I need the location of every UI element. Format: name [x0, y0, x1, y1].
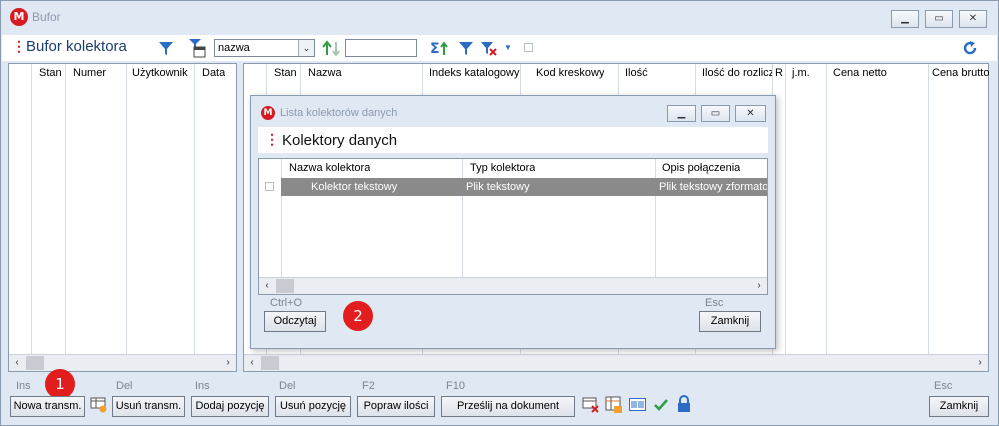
column-header[interactable]: Stan	[270, 64, 297, 82]
toolbar-checkbox[interactable]	[524, 43, 533, 52]
fix-quantities-button[interactable]: Popraw ilości	[357, 396, 435, 417]
window-title: Bufor	[32, 10, 61, 24]
add-item-button[interactable]: Dodaj pozycję	[191, 396, 269, 417]
shortcut-key: Ins	[16, 380, 31, 392]
column-header[interactable]: R	[771, 64, 783, 82]
advanced-filter-icon[interactable]	[457, 39, 475, 57]
scroll-right-icon[interactable]: ›	[220, 355, 236, 371]
dialog-title: Lista kolektorów danych	[280, 107, 398, 119]
shortcut-key: F10	[446, 380, 465, 392]
dialog-minimize-button[interactable]: ▁	[667, 105, 696, 122]
dialog-logo: M	[261, 106, 275, 120]
dialog-header: ⋮ Kolektory danych	[258, 127, 768, 153]
grid-settings-icon[interactable]	[90, 396, 108, 414]
scroll-thumb[interactable]	[26, 356, 44, 370]
lock-icon[interactable]	[677, 395, 691, 413]
scroll-thumb[interactable]	[261, 356, 279, 370]
column-header[interactable]: Typ kolektora	[466, 159, 535, 177]
column-header[interactable]: Stan	[35, 64, 62, 82]
filter-dropdown-icon[interactable]: ▼	[504, 43, 512, 52]
step-badge: 1	[45, 369, 75, 399]
column-header[interactable]: Numer	[69, 64, 106, 82]
maximize-button[interactable]: ▭	[925, 10, 953, 28]
column-header[interactable]: Opis połączenia	[658, 159, 740, 177]
horizontal-scrollbar[interactable]: ‹ ›	[9, 354, 236, 371]
column-header[interactable]: Użytkownik	[128, 64, 188, 82]
close-button[interactable]: Zamknij	[929, 396, 989, 417]
horizontal-scrollbar[interactable]: ‹ ›	[259, 277, 767, 294]
sort-field-value: nazwa	[218, 42, 250, 54]
column-header[interactable]: Nazwa	[304, 64, 342, 82]
column-header[interactable]: Kod kreskowy	[532, 64, 604, 82]
clear-filter-icon[interactable]	[479, 39, 501, 57]
delete-transmission-button[interactable]: Usuń transm.	[112, 396, 185, 417]
sum-icon[interactable]: Σ	[430, 39, 450, 57]
title-bar: M Bufor ▁ ▭ ✕	[1, 1, 998, 33]
column-header[interactable]: Nazwa kolektora	[285, 159, 370, 177]
column-header[interactable]: Indeks katalogowy	[425, 64, 520, 82]
column-header[interactable]: Data	[198, 64, 225, 82]
delete-grid-icon[interactable]	[582, 396, 600, 414]
new-transmission-button[interactable]: Nowa transm.	[10, 396, 85, 417]
horizontal-scrollbar[interactable]: ‹ ›	[244, 354, 988, 371]
chevron-down-icon[interactable]: ⌄	[298, 40, 314, 56]
main-window: M Bufor ▁ ▭ ✕ ⋮ Bufor kolektora nazwa ⌄ …	[0, 0, 999, 426]
scroll-left-icon[interactable]: ‹	[259, 278, 275, 294]
send-to-document-button[interactable]: Prześlij na dokument	[441, 396, 575, 417]
status-bar: 1 Ins Nowa transm. Del Usuń transm. Ins …	[2, 369, 997, 425]
step-badge: 2	[343, 301, 373, 331]
table-row[interactable]: Kolektor tekstowy Plik tekstowy Plik tek…	[259, 178, 767, 196]
menu-dots-icon[interactable]: ⋮	[265, 132, 279, 146]
toolbar: ⋮ Bufor kolektora nazwa ⌄ Σ ▼	[2, 35, 997, 61]
collector-type: Plik tekstowy	[466, 181, 530, 193]
shortcut-key: Esc	[705, 297, 724, 309]
column-header[interactable]: Ilość	[621, 64, 648, 82]
scroll-thumb[interactable]	[276, 279, 294, 293]
shortcut-key: F2	[362, 380, 375, 392]
shortcut-key: Del	[279, 380, 296, 392]
column-header[interactable]: Ilość do rozlicz	[698, 64, 772, 82]
dialog-close-button[interactable]: ✕	[735, 105, 766, 122]
sort-field-select[interactable]: nazwa ⌄	[214, 39, 315, 57]
collector-name: Kolektor tekstowy	[311, 181, 398, 193]
shortcut-key: Ctrl+O	[270, 297, 303, 309]
scroll-right-icon[interactable]: ›	[751, 278, 767, 294]
filter-icon[interactable]	[157, 39, 175, 57]
table-export-icon[interactable]	[605, 396, 623, 414]
delete-item-button[interactable]: Usuń pozycję	[275, 396, 351, 417]
close-window-button[interactable]: ✕	[959, 10, 987, 28]
dialog-maximize-button[interactable]: ▭	[701, 105, 730, 122]
search-input[interactable]	[345, 39, 417, 57]
minimize-button[interactable]: ▁	[891, 10, 919, 28]
shortcut-key: Del	[116, 380, 133, 392]
read-button[interactable]: Odczytaj	[264, 311, 326, 332]
scroll-left-icon[interactable]: ‹	[9, 355, 25, 371]
barcode-icon[interactable]	[629, 397, 647, 413]
collectors-grid: Nazwa kolektora Typ kolektora Opis połąc…	[258, 158, 768, 295]
svg-text:Σ: Σ	[430, 41, 440, 57]
dialog-header-title: Kolektory danych	[282, 132, 398, 149]
dialog-close-action-button[interactable]: Zamknij	[699, 311, 761, 332]
calendar-filter-icon[interactable]	[188, 38, 206, 58]
toolbar-title: Bufor kolektora	[26, 38, 127, 55]
shortcut-key: Esc	[934, 380, 953, 392]
row-checkbox[interactable]	[265, 182, 274, 191]
collectors-dialog: M Lista kolektorów danych ▁ ▭ ✕ ⋮ Kolekt…	[250, 95, 776, 349]
sort-direction-icon[interactable]	[322, 39, 342, 57]
menu-dots-icon[interactable]: ⋮	[12, 39, 26, 53]
refresh-icon[interactable]	[962, 40, 978, 56]
scroll-right-icon[interactable]: ›	[972, 355, 988, 371]
scroll-left-icon[interactable]: ‹	[244, 355, 260, 371]
collector-description: Plik tekstowy zformatow	[659, 181, 767, 193]
column-header[interactable]: Cena netto	[829, 64, 887, 82]
column-header[interactable]: Cena brutto	[928, 64, 989, 82]
transmissions-grid: Stan Numer Użytkownik Data ‹ ›	[8, 63, 237, 372]
app-logo: M	[10, 8, 28, 26]
check-icon[interactable]	[653, 397, 669, 413]
shortcut-key: Ins	[195, 380, 210, 392]
column-header[interactable]: j.m.	[788, 64, 810, 82]
